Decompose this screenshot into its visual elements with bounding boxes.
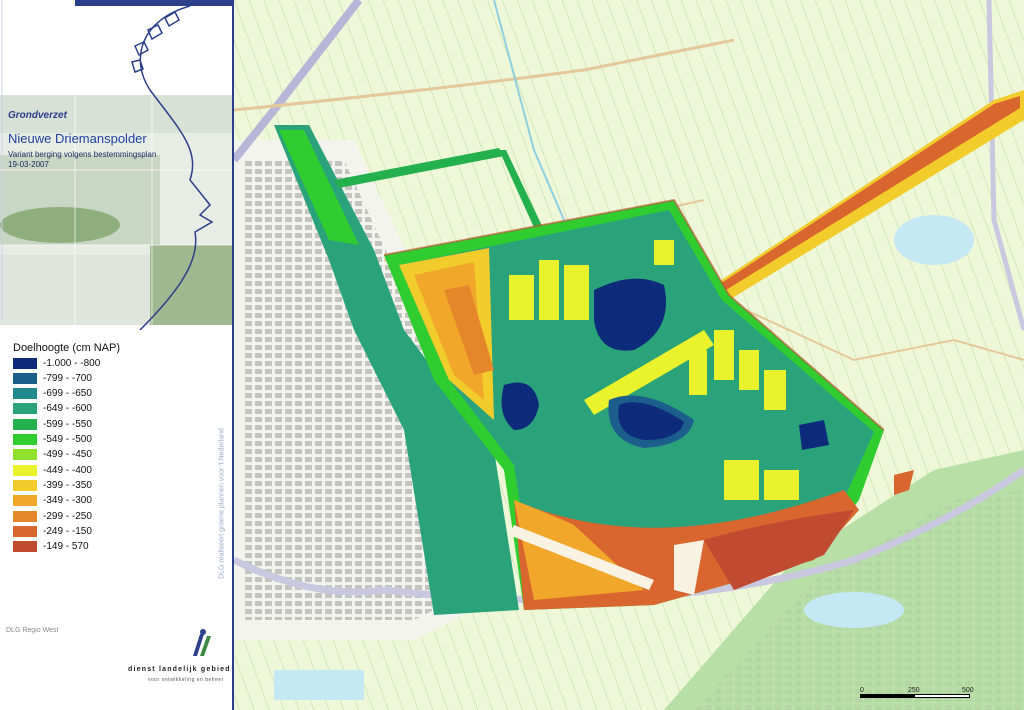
map-description: Variant berging volgens bestemmingsplan bbox=[8, 150, 157, 159]
legend-label: -349 - -300 bbox=[43, 495, 92, 507]
legend-swatch bbox=[13, 372, 37, 384]
legend-label: -149 - 570 bbox=[43, 541, 89, 553]
legend-swatch bbox=[13, 418, 37, 430]
legend-item: -399 - -350 bbox=[13, 479, 92, 491]
org-tagline: voor ontwikkeling en beheer bbox=[148, 677, 224, 683]
sidebar-panel: Grondverzet Nieuwe Driemanspolder Varian… bbox=[0, 0, 233, 710]
scale-label-500: 500 bbox=[962, 687, 974, 694]
legend-item: -649 - -600 bbox=[13, 403, 92, 415]
org-name: dienst landelijk gebied bbox=[128, 666, 231, 673]
legend-item: -449 - -400 bbox=[13, 464, 92, 476]
legend-label: -599 - -550 bbox=[43, 418, 92, 430]
legend-label: -499 - -450 bbox=[43, 449, 92, 461]
legend-item: -249 - -150 bbox=[13, 525, 92, 537]
scale-bar: 0 250 500 bbox=[860, 687, 980, 704]
legend-swatch bbox=[13, 525, 37, 537]
vertical-note: DLG realiseert groene plannen voor 't Ne… bbox=[218, 428, 226, 579]
legend-label: -699 - -650 bbox=[43, 388, 92, 400]
legend-label: -649 - -600 bbox=[43, 403, 92, 415]
dlg-logo-icon bbox=[193, 629, 211, 656]
legend-item: -299 - -250 bbox=[13, 510, 92, 522]
legend-item: -699 - -650 bbox=[13, 388, 92, 400]
scale-label-250: 250 bbox=[908, 687, 920, 694]
legend-label: -799 - -700 bbox=[43, 372, 92, 384]
map-title: Nieuwe Driemanspolder bbox=[8, 131, 147, 146]
legend-item: -799 - -700 bbox=[13, 372, 92, 384]
legend-label: -399 - -350 bbox=[43, 479, 92, 491]
legend-label: -549 - -500 bbox=[43, 434, 92, 445]
legend-label: -1.000 - -800 bbox=[43, 357, 101, 369]
legend-swatch bbox=[13, 357, 37, 369]
legend-label: -449 - -400 bbox=[43, 464, 92, 476]
legend-item: -349 - -300 bbox=[13, 495, 92, 507]
map-canvas bbox=[234, 0, 1024, 710]
scale-label-0: 0 bbox=[860, 687, 864, 694]
legend-swatch bbox=[13, 495, 37, 507]
legend-item: -549 - -500 bbox=[13, 434, 92, 446]
legend-title: Doelhoogte (cm NAP) bbox=[13, 342, 120, 354]
legend-swatch bbox=[13, 434, 37, 445]
region-label: DLG Regio West bbox=[6, 627, 59, 634]
legend-swatch bbox=[13, 464, 37, 476]
legend-item: -149 - 570 bbox=[13, 541, 89, 553]
legend-label: -249 - -150 bbox=[43, 525, 92, 537]
legend-item: -599 - -550 bbox=[13, 418, 92, 430]
legend-swatch bbox=[13, 541, 37, 553]
map-date: 19-03-2007 bbox=[8, 160, 49, 169]
topographic-map: 0 250 500 bbox=[234, 0, 1024, 710]
map-subtitle: Grondverzet bbox=[8, 110, 67, 121]
legend-swatch bbox=[13, 388, 37, 400]
legend-label: -299 - -250 bbox=[43, 510, 92, 522]
legend-swatch bbox=[13, 510, 37, 522]
legend-swatch bbox=[13, 449, 37, 461]
legend-item: -1.000 - -800 bbox=[13, 357, 100, 369]
legend-item: -499 - -450 bbox=[13, 449, 92, 461]
legend-swatch bbox=[13, 479, 37, 491]
legend-swatch bbox=[13, 403, 37, 415]
